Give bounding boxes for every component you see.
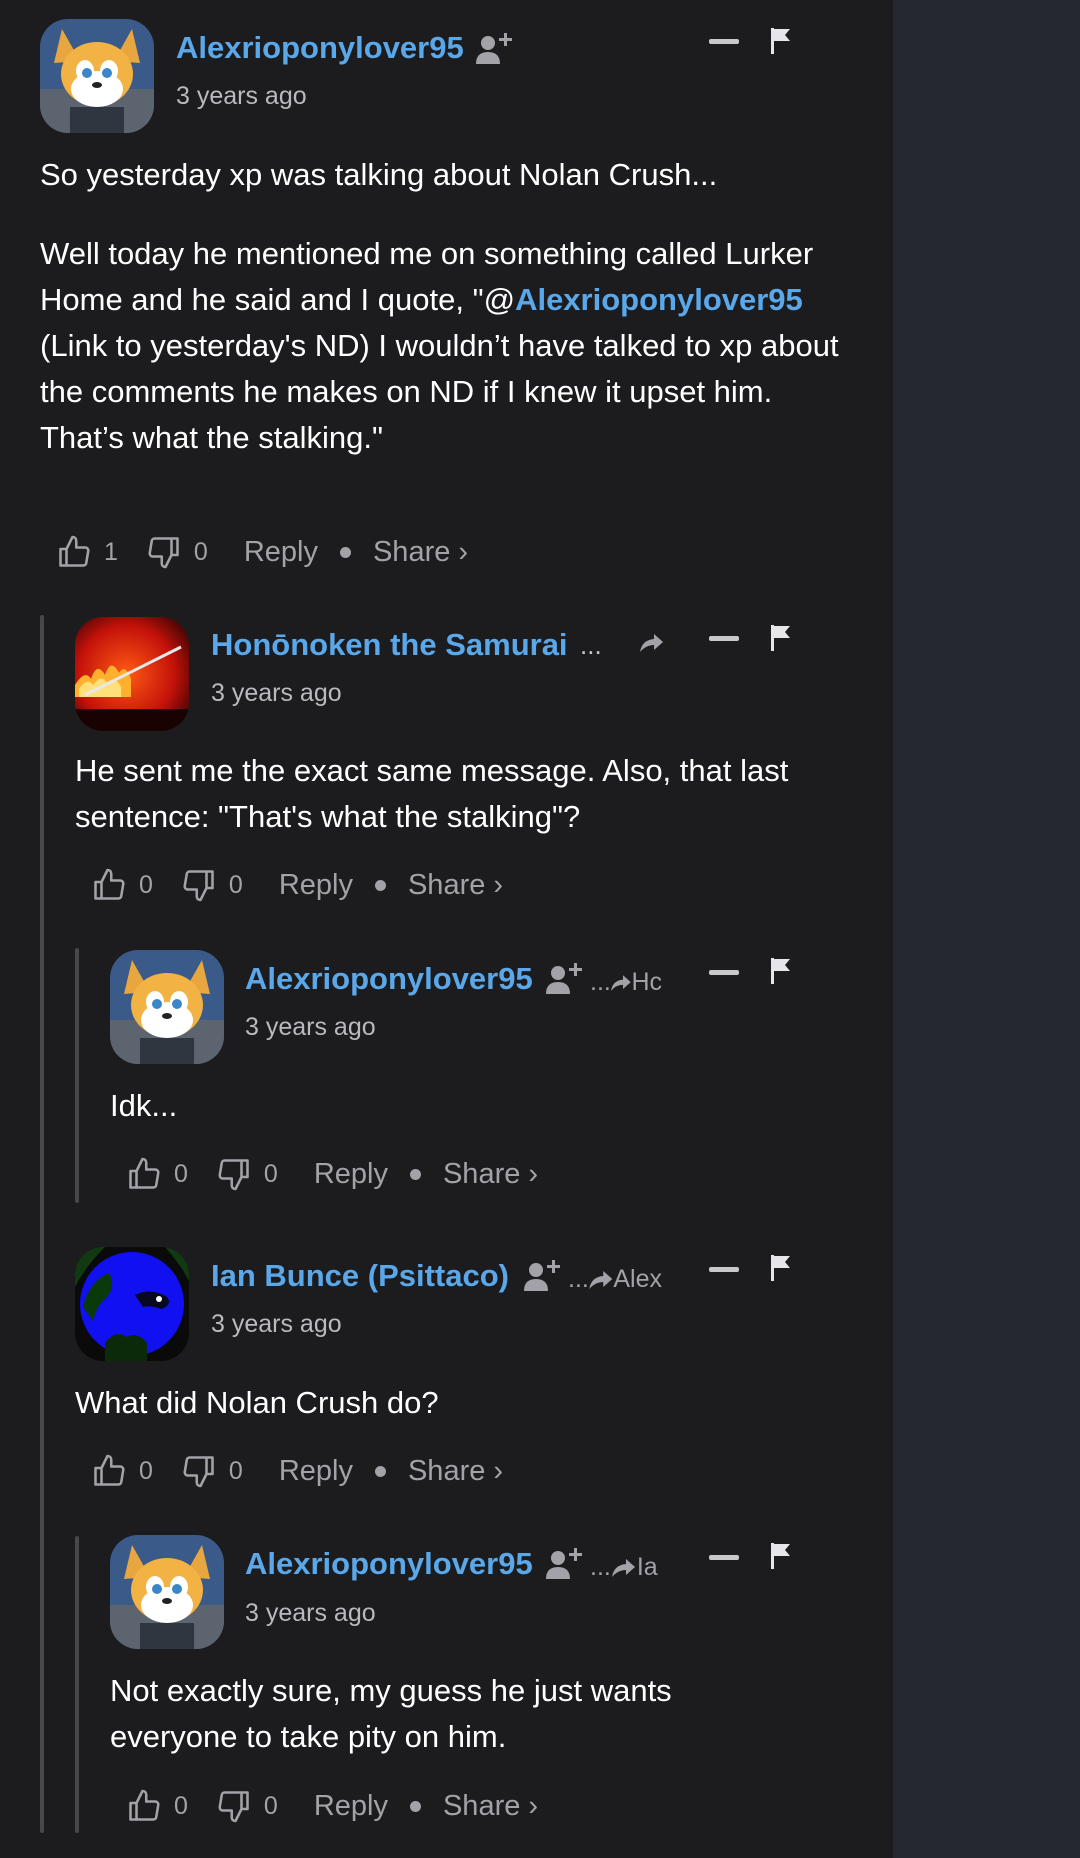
dislike-count: 0	[263, 1791, 278, 1820]
side-panel	[893, 0, 1080, 1858]
comment-actions: 0 0 Reply Share ›	[91, 1446, 503, 1496]
reply-arrow-icon	[611, 1558, 635, 1577]
comment-body: So yesterday xp was talking about Nolan …	[40, 152, 860, 461]
thumbs-down-icon[interactable]	[181, 1453, 217, 1489]
like-count: 0	[139, 870, 153, 899]
dislike-count: 0	[228, 1456, 243, 1485]
like-count: 1	[104, 537, 118, 566]
dislike-count: 0	[228, 870, 243, 899]
comment-paragraph: So yesterday xp was talking about Nolan …	[40, 157, 718, 192]
thumbs-down-icon[interactable]	[216, 1788, 252, 1824]
share-button[interactable]: Share ›	[443, 1158, 538, 1191]
flag-icon[interactable]	[770, 1255, 792, 1281]
reply-button[interactable]: Reply	[314, 1790, 388, 1823]
dislike-count: 0	[193, 537, 208, 566]
timestamp: 3 years ago	[211, 679, 342, 707]
reply-to-user[interactable]: ... Ia	[590, 1553, 662, 1582]
thumbs-up-icon[interactable]	[91, 867, 127, 903]
reply-to-ellipsis: ...	[568, 1265, 589, 1293]
minus-icon[interactable]	[709, 1266, 739, 1274]
reply-to-ellipsis: ...	[590, 1553, 611, 1581]
reply-arrow-icon	[589, 1270, 613, 1289]
avatar[interactable]	[110, 950, 224, 1064]
thumbs-up-icon[interactable]	[56, 534, 92, 570]
reply-button[interactable]: Reply	[314, 1158, 388, 1191]
avatar[interactable]	[110, 1535, 224, 1649]
share-button[interactable]: Share ›	[443, 1790, 538, 1823]
like-count: 0	[174, 1159, 188, 1188]
dislike-count: 0	[263, 1159, 278, 1188]
reply-to-ellipsis: ...	[590, 968, 611, 996]
separator-dot	[374, 1465, 386, 1477]
add-user-icon[interactable]	[524, 1257, 562, 1293]
like-count: 0	[174, 1791, 188, 1820]
comment-body: What did Nolan Crush do?	[75, 1385, 439, 1420]
thread-line[interactable]	[40, 615, 44, 1833]
timestamp: 3 years ago	[245, 1599, 376, 1627]
thumbs-up-icon[interactable]	[126, 1788, 162, 1824]
comment-author[interactable]: Alexrioponylover95	[176, 30, 464, 66]
share-button[interactable]: Share ›	[408, 869, 503, 902]
avatar[interactable]	[75, 1247, 189, 1361]
timestamp: 3 years ago	[245, 1013, 376, 1041]
comment-author[interactable]: Honōnoken the Samurai	[211, 627, 571, 663]
reply-arrow-icon[interactable]	[640, 632, 664, 654]
reply-to-name: Alex	[613, 1265, 662, 1293]
flag-icon[interactable]	[770, 625, 792, 651]
timestamp: 3 years ago	[211, 1310, 342, 1338]
flag-icon[interactable]	[770, 958, 792, 984]
timestamp: 3 years ago	[176, 82, 307, 110]
thumbs-up-icon[interactable]	[126, 1156, 162, 1192]
thumbs-up-icon[interactable]	[91, 1453, 127, 1489]
avatar[interactable]	[40, 19, 154, 133]
username-overflow: ...	[580, 630, 602, 660]
add-user-icon[interactable]	[476, 30, 514, 66]
reply-to-name: Ia	[636, 1553, 658, 1581]
thread-line[interactable]	[75, 1536, 79, 1833]
minus-icon[interactable]	[709, 635, 739, 643]
flag-icon[interactable]	[770, 28, 792, 54]
like-count: 0	[139, 1456, 153, 1485]
comment-author[interactable]: Alexrioponylover95	[245, 961, 533, 997]
reply-arrow-icon	[610, 974, 631, 991]
reply-button[interactable]: Reply	[279, 1455, 353, 1488]
separator-dot	[409, 1800, 421, 1812]
separator-dot	[374, 879, 386, 891]
minus-icon[interactable]	[709, 969, 739, 977]
reply-button[interactable]: Reply	[279, 869, 353, 902]
comment-actions: 0 0 Reply Share ›	[126, 1149, 538, 1199]
thread-line[interactable]	[75, 948, 79, 1203]
user-mention-link[interactable]: Alexrioponylover95	[515, 282, 803, 317]
reply-to-user[interactable]: ... Hc	[590, 968, 662, 997]
minus-icon[interactable]	[709, 1554, 739, 1562]
comment-actions: 0 0 Reply Share ›	[126, 1781, 538, 1831]
reply-button[interactable]: Reply	[244, 536, 318, 569]
reply-to-name: Hc	[631, 968, 662, 996]
comment-body: He sent me the exact same message. Also,…	[75, 753, 789, 834]
flag-icon[interactable]	[770, 1543, 792, 1569]
comment-paragraph: Well today he mentioned me on something …	[40, 231, 860, 461]
text-span: (Link to yesterday's ND) I wouldn’t have…	[40, 328, 839, 455]
comment-body: Not exactly sure, my guess he just wants…	[110, 1673, 672, 1754]
minus-icon[interactable]	[709, 38, 739, 46]
thumbs-down-icon[interactable]	[216, 1156, 252, 1192]
reply-to-user[interactable]: ... Alex	[568, 1265, 662, 1294]
separator-dot	[409, 1168, 421, 1180]
share-button[interactable]: Share ›	[373, 536, 468, 569]
add-user-icon[interactable]	[546, 960, 584, 996]
thumbs-down-icon[interactable]	[146, 534, 182, 570]
add-user-icon[interactable]	[546, 1545, 584, 1581]
comment-author[interactable]: Ian Bunce (Psittaco)	[211, 1258, 509, 1294]
share-button[interactable]: Share ›	[408, 1455, 503, 1488]
thumbs-down-icon[interactable]	[181, 867, 217, 903]
comment-actions: 1 0 Reply Share ›	[56, 527, 468, 577]
comment-author[interactable]: Alexrioponylover95	[245, 1546, 533, 1582]
comment-actions: 0 0 Reply Share ›	[91, 860, 503, 910]
separator-dot	[339, 546, 351, 558]
avatar[interactable]	[75, 617, 189, 731]
comment-body: Idk...	[110, 1088, 178, 1123]
